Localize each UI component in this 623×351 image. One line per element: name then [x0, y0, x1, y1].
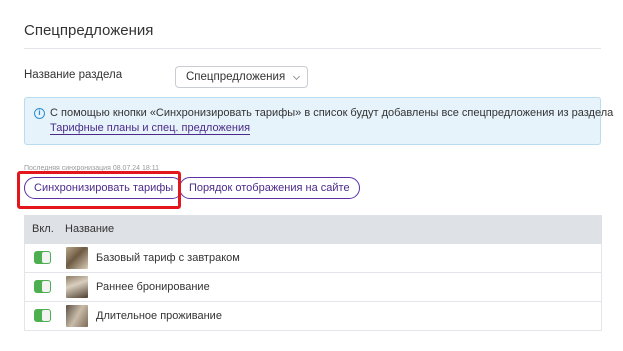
- column-header-name: Название: [65, 223, 115, 235]
- display-order-button[interactable]: Порядок отображения на сайте: [179, 177, 360, 199]
- info-box: i С помощью кнопки «Синхронизировать тар…: [24, 97, 613, 145]
- section-label: Название раздела: [24, 69, 123, 81]
- enabled-toggle[interactable]: [34, 251, 51, 264]
- toggle-knob: [42, 252, 50, 263]
- offer-thumbnail: [66, 247, 88, 269]
- section-dropdown[interactable]: Спецпредложения: [175, 66, 309, 88]
- tariff-plans-link[interactable]: Тарифные планы и спец. предложения: [50, 122, 251, 135]
- title-divider: [24, 48, 601, 49]
- table-row: Базовый тариф с завтраком: [24, 244, 602, 273]
- toggle-knob: [42, 281, 50, 292]
- table-row: Раннее бронирование: [24, 273, 602, 302]
- info-icon: i: [34, 108, 45, 119]
- offer-name[interactable]: Базовый тариф с завтраком: [96, 252, 240, 264]
- sync-tariffs-button[interactable]: Синхронизировать тарифы: [24, 177, 184, 199]
- offer-name[interactable]: Длительное проживание: [96, 310, 222, 322]
- offers-table: Вкл. Название Базовый тариф с завтраком …: [24, 215, 602, 331]
- table-header: Вкл. Название: [24, 215, 602, 244]
- offer-name[interactable]: Раннее бронирование: [96, 281, 210, 293]
- chevron-down-icon: [293, 72, 301, 81]
- page-title: Спецпредложения: [24, 22, 154, 39]
- offer-thumbnail: [66, 276, 88, 298]
- enabled-toggle[interactable]: [34, 280, 51, 293]
- toggle-knob: [42, 310, 50, 321]
- table-row: Длительное проживание: [24, 302, 602, 331]
- enabled-toggle[interactable]: [34, 309, 51, 322]
- column-header-enabled: Вкл.: [32, 223, 54, 235]
- last-sync-text: Последняя синхронизация 08.07.24 18:11: [24, 165, 160, 172]
- offer-thumbnail: [66, 305, 88, 327]
- section-dropdown-value: Спецпредложения: [186, 71, 286, 83]
- info-text: С помощью кнопки «Синхронизировать тариф…: [50, 107, 614, 119]
- section-row: Название раздела Спецпредложения: [24, 66, 601, 88]
